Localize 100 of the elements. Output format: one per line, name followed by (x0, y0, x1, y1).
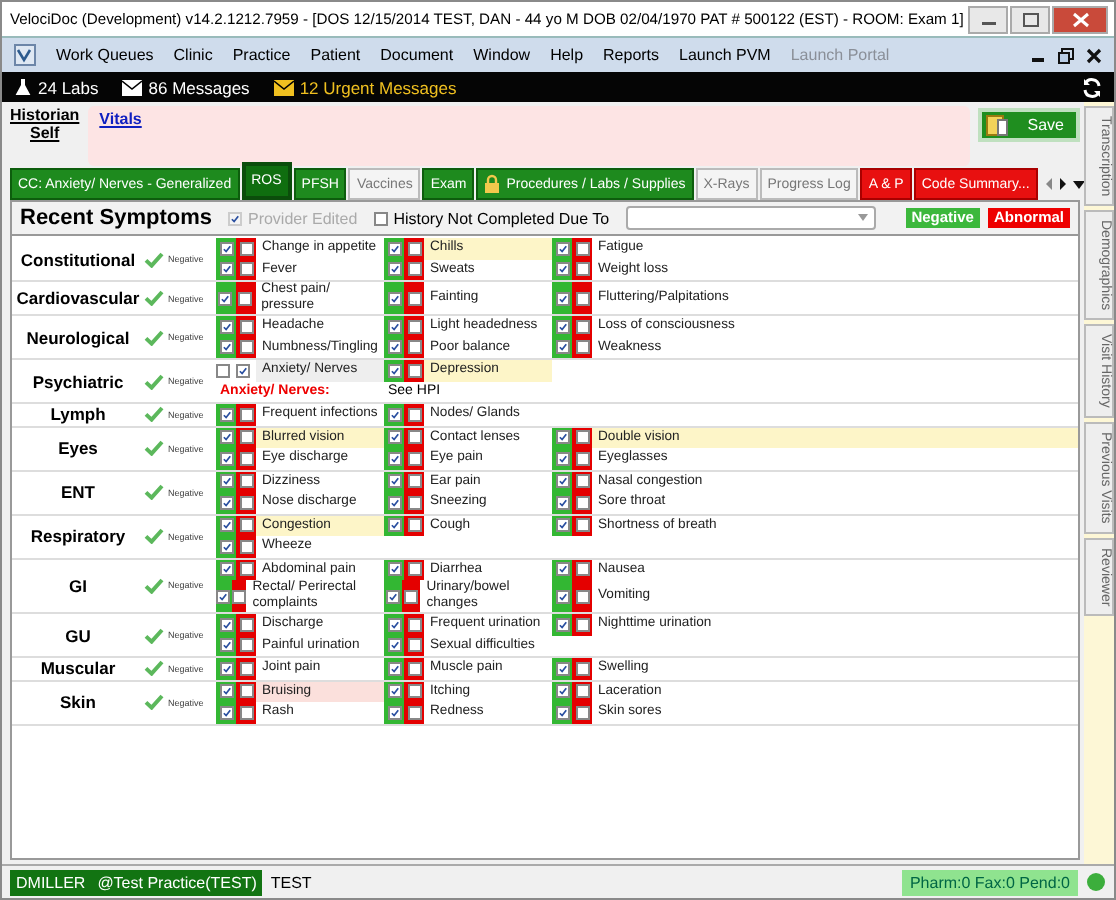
abnormal-checkbox[interactable] (407, 262, 421, 277)
negative-checkbox[interactable] (555, 291, 569, 305)
negative-checkbox[interactable] (387, 340, 401, 355)
close-icon[interactable] (1086, 47, 1102, 63)
negative-checkbox[interactable] (387, 291, 401, 305)
negative-checkbox[interactable] (387, 684, 401, 699)
negative-checkbox[interactable] (387, 705, 401, 720)
dropdown-icon[interactable] (1071, 179, 1086, 189)
checkbox[interactable] (373, 211, 388, 225)
abnormal-checkbox[interactable] (407, 684, 421, 699)
negative-checkbox[interactable] (219, 539, 233, 554)
negative-checkbox[interactable] (555, 661, 569, 676)
negative-checkbox[interactable] (555, 495, 569, 510)
abnormal-checkbox[interactable] (407, 661, 421, 676)
negative-checkbox[interactable] (387, 495, 401, 510)
abnormal-checkbox[interactable] (239, 495, 253, 510)
abnormal-checkbox[interactable] (575, 661, 589, 676)
abnormal-checkbox[interactable] (575, 562, 589, 577)
negative-checkbox[interactable] (387, 474, 401, 489)
negative-checkbox[interactable] (387, 363, 401, 378)
negative-checkbox[interactable] (387, 407, 401, 422)
abnormal-checkbox[interactable] (575, 684, 589, 699)
abnormal-checkbox[interactable] (239, 539, 253, 554)
abnormal-checkbox[interactable] (407, 291, 421, 305)
abnormal-checkbox[interactable] (575, 518, 589, 533)
abnormal-checkbox[interactable] (239, 684, 253, 699)
abnormal-checkbox[interactable] (239, 518, 253, 533)
vitals-link[interactable]: Vitals (99, 110, 142, 128)
negative-checkbox[interactable] (386, 589, 401, 603)
abnormal-checkbox[interactable] (239, 407, 253, 422)
abnormal-checkbox[interactable] (407, 430, 421, 445)
negative-checkbox[interactable] (219, 638, 233, 653)
alert-link[interactable]: 12 Urgent Messages (273, 77, 457, 97)
checkbox[interactable] (236, 363, 250, 378)
abnormal-checkbox[interactable] (575, 705, 589, 720)
abnormal-checkbox[interactable] (407, 451, 421, 466)
menu-item[interactable]: Reports (603, 46, 660, 64)
abnormal-checkbox[interactable] (575, 589, 589, 603)
abnormal-checkbox[interactable] (239, 241, 253, 256)
negative-checkbox[interactable] (555, 319, 569, 334)
negative-checkbox[interactable] (387, 262, 401, 277)
abnormal-checkbox[interactable] (239, 562, 253, 577)
negative-checkbox[interactable] (387, 518, 401, 533)
abnormal-checkbox[interactable] (404, 589, 419, 603)
abnormal-checkbox[interactable] (407, 363, 421, 378)
abnormal-checkbox[interactable] (407, 319, 421, 334)
abnormal-checkbox[interactable] (239, 705, 253, 720)
abnormal-checkbox[interactable] (575, 495, 589, 510)
negative-checkbox[interactable] (219, 661, 233, 676)
abnormal-checkbox[interactable] (239, 319, 253, 334)
abnormal-checkbox[interactable] (239, 451, 253, 466)
menu-item[interactable]: Clinic (173, 46, 213, 64)
abnormal-checkbox[interactable] (407, 518, 421, 533)
menu-item[interactable]: Document (380, 46, 454, 64)
maximize-icon[interactable] (1010, 5, 1050, 33)
negative-checkbox[interactable] (219, 474, 233, 489)
negative-checkbox[interactable] (555, 684, 569, 699)
abnormal-checkbox[interactable] (239, 638, 253, 653)
abnormal-checkbox[interactable] (239, 617, 253, 632)
negative-checkbox[interactable] (387, 430, 401, 445)
historian-value[interactable]: Self (30, 124, 60, 142)
minimize-icon[interactable] (968, 5, 1008, 33)
refresh-icon[interactable] (1082, 77, 1102, 97)
abnormal-checkbox[interactable] (407, 638, 421, 653)
negative-checkbox[interactable] (219, 241, 233, 256)
negative-checkbox[interactable] (219, 705, 233, 720)
negative-checkbox[interactable] (555, 474, 569, 489)
scroll-right-icon[interactable] (1057, 176, 1068, 192)
abnormal-checkbox[interactable] (407, 241, 421, 256)
abnormal-checkbox[interactable] (575, 430, 589, 445)
negative-checkbox[interactable] (387, 562, 401, 577)
negative-checkbox[interactable] (219, 518, 233, 533)
negative-checkbox[interactable] (219, 495, 233, 510)
restore-icon[interactable] (1058, 47, 1074, 63)
negative-checkbox[interactable] (219, 562, 233, 577)
negative-checkbox[interactable] (387, 241, 401, 256)
abnormal-checkbox[interactable] (407, 340, 421, 355)
menu-item[interactable]: Work Queues (56, 46, 154, 64)
negative-checkbox[interactable] (555, 340, 569, 355)
menu-item[interactable]: Patient (310, 46, 361, 64)
menu-item[interactable]: Launch PVM (679, 46, 771, 64)
negative-checkbox[interactable] (219, 319, 233, 334)
negative-checkbox[interactable] (387, 451, 401, 466)
abnormal-checkbox[interactable] (575, 451, 589, 466)
abnormal-checkbox[interactable] (239, 340, 253, 355)
abnormal-checkbox[interactable] (239, 430, 253, 445)
save-button[interactable]: Save (977, 108, 1080, 142)
abnormal-checkbox[interactable] (575, 474, 589, 489)
negative-checkbox[interactable] (555, 518, 569, 533)
negative-checkbox[interactable] (387, 617, 401, 632)
menu-item[interactable]: Practice (232, 46, 291, 64)
abnormal-checkbox[interactable] (239, 474, 253, 489)
negative-checkbox[interactable] (387, 661, 401, 676)
abnormal-checkbox[interactable] (407, 617, 421, 632)
menu-item[interactable]: Window (473, 46, 531, 64)
abnormal-checkbox[interactable] (575, 241, 589, 256)
negative-checkbox[interactable] (555, 705, 569, 720)
alert-link[interactable]: 86 Messages (122, 77, 250, 97)
abnormal-checkbox[interactable] (575, 319, 589, 334)
checkbox[interactable] (216, 363, 230, 378)
